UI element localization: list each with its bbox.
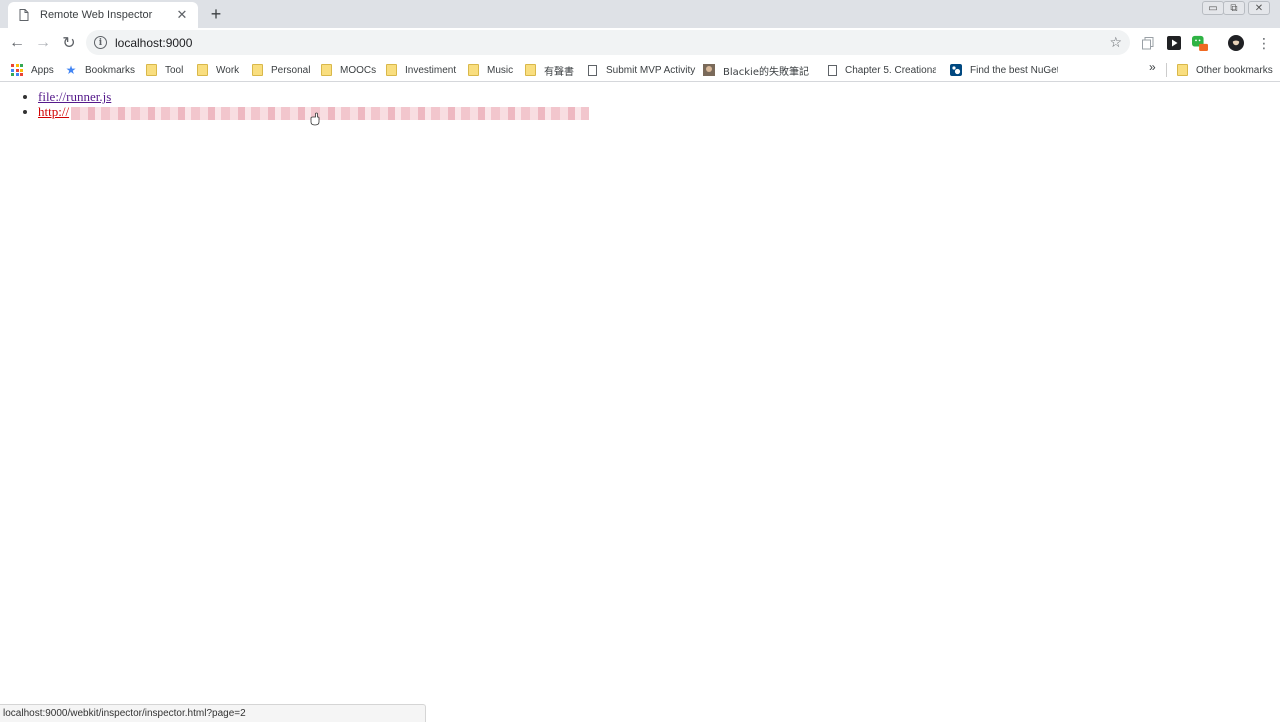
bookmark-blackie-notes[interactable]: Blackie的失敗筆記 | E — [703, 62, 813, 78]
star-icon: ★ — [65, 63, 77, 77]
menu-kebab-icon[interactable]: ⋮ — [1256, 35, 1272, 51]
extension-play-icon[interactable] — [1166, 35, 1182, 51]
pixelated-url-redaction[interactable] — [71, 106, 590, 120]
bookmarks-divider — [1166, 63, 1167, 77]
tab-title: Remote Web Inspector — [40, 9, 153, 21]
runner-js-link[interactable]: file://runner.js — [38, 89, 111, 104]
bookmark-tool[interactable]: Tool — [145, 62, 183, 78]
bookmark-label: 有聲書 — [544, 66, 574, 78]
bookmark-work[interactable]: Work — [196, 62, 239, 78]
nuget-icon — [950, 64, 962, 76]
navigation-toolbar: ← → ↻ i localhost:9000 ☆ ⋮ — [0, 28, 1280, 58]
back-button[interactable]: ← — [6, 32, 28, 54]
bookmark-label: MOOCs — [340, 64, 377, 76]
bookmark-personal[interactable]: Personal — [251, 62, 310, 78]
folder-icon — [1176, 64, 1188, 76]
bookmark-label: Work — [216, 64, 240, 76]
page-content: file://runner.js http:// — [0, 83, 1280, 703]
http-page-link-text[interactable]: http:// — [38, 104, 69, 119]
bookmarks-bar: Apps ★ Bookmarks Tool Work Personal MOOC… — [0, 58, 1280, 82]
hand-cursor-icon — [310, 112, 320, 126]
bookmark-music[interactable]: Music — [467, 62, 513, 78]
page-icon — [18, 8, 30, 22]
extension-wechat-icon[interactable] — [1192, 35, 1208, 51]
bookmark-label: Submit MVP Activity — [606, 64, 696, 76]
folder-icon — [320, 64, 332, 76]
address-bar[interactable]: i localhost:9000 ☆ — [86, 30, 1130, 55]
bookmark-submit-mvp-activity[interactable]: Submit MVP Activity — [586, 62, 695, 78]
page-icon — [828, 64, 837, 76]
folder-icon — [385, 64, 397, 76]
bookmark-label: Music — [487, 64, 514, 76]
bookmark-label: Find the best NuGet — [970, 64, 1058, 76]
tab-remote-web-inspector[interactable]: Remote Web Inspector ✕ — [8, 2, 198, 28]
page-icon — [586, 64, 598, 76]
more-bookmarks-chevron-icon[interactable]: » — [1149, 60, 1156, 74]
close-window-button[interactable]: ✕ — [1248, 1, 1270, 15]
folder-icon — [196, 64, 208, 76]
info-icon[interactable]: i — [94, 36, 107, 49]
minimize-button[interactable]: ▭ — [1202, 1, 1224, 15]
reload-button[interactable]: ↻ — [58, 32, 80, 54]
profile-avatar[interactable] — [1228, 35, 1244, 51]
bookmark-apps[interactable]: Apps — [11, 62, 54, 78]
bookmark-label: Investiment — [405, 64, 457, 76]
bookmark-label: Personal — [271, 64, 311, 76]
bookmark-label: Tool — [165, 64, 184, 76]
bookmark-moocs[interactable]: MOOCs — [320, 62, 376, 78]
forward-button[interactable]: → — [32, 32, 54, 54]
close-tab-icon[interactable]: ✕ — [174, 7, 190, 23]
bookmark-investiment[interactable]: Investiment — [385, 62, 456, 78]
bookmark-chapter-5[interactable]: Chapter 5. Creational — [828, 62, 936, 78]
address-url[interactable]: localhost:9000 — [115, 36, 192, 50]
folder-icon — [467, 64, 479, 76]
folder-icon — [251, 64, 263, 76]
bookmark-label: Other bookmarks — [1196, 64, 1273, 76]
extension-copy-icon[interactable] — [1140, 35, 1156, 51]
bookmark-nuget[interactable]: Find the best NuGet — [950, 62, 1058, 78]
bookmark-star-icon[interactable]: ☆ — [1109, 34, 1122, 51]
avatar-icon — [703, 64, 715, 76]
bookmark-label: Bookmarks — [85, 64, 136, 76]
bookmark-label: Chapter 5. Creational — [845, 64, 936, 76]
status-bar-url: localhost:9000/webkit/inspector/inspecto… — [0, 704, 426, 722]
bookmark-audiobooks[interactable]: 有聲書 — [524, 62, 574, 78]
bookmark-label: Apps — [31, 64, 54, 76]
apps-grid-icon — [11, 64, 23, 76]
bookmark-bookmarks[interactable]: ★ Bookmarks — [65, 62, 135, 78]
new-tab-button[interactable]: + — [206, 4, 226, 24]
restore-button[interactable]: ⧉ — [1223, 1, 1245, 15]
folder-icon — [524, 64, 536, 76]
tab-strip: Remote Web Inspector ✕ + ▭ ⧉ ✕ — [0, 0, 1280, 28]
folder-icon — [145, 64, 157, 76]
list-item: file://runner.js — [38, 89, 589, 104]
bookmark-other-bookmarks[interactable]: Other bookmarks — [1176, 62, 1273, 78]
bookmark-label: Blackie的失敗筆記 | E — [723, 66, 813, 78]
